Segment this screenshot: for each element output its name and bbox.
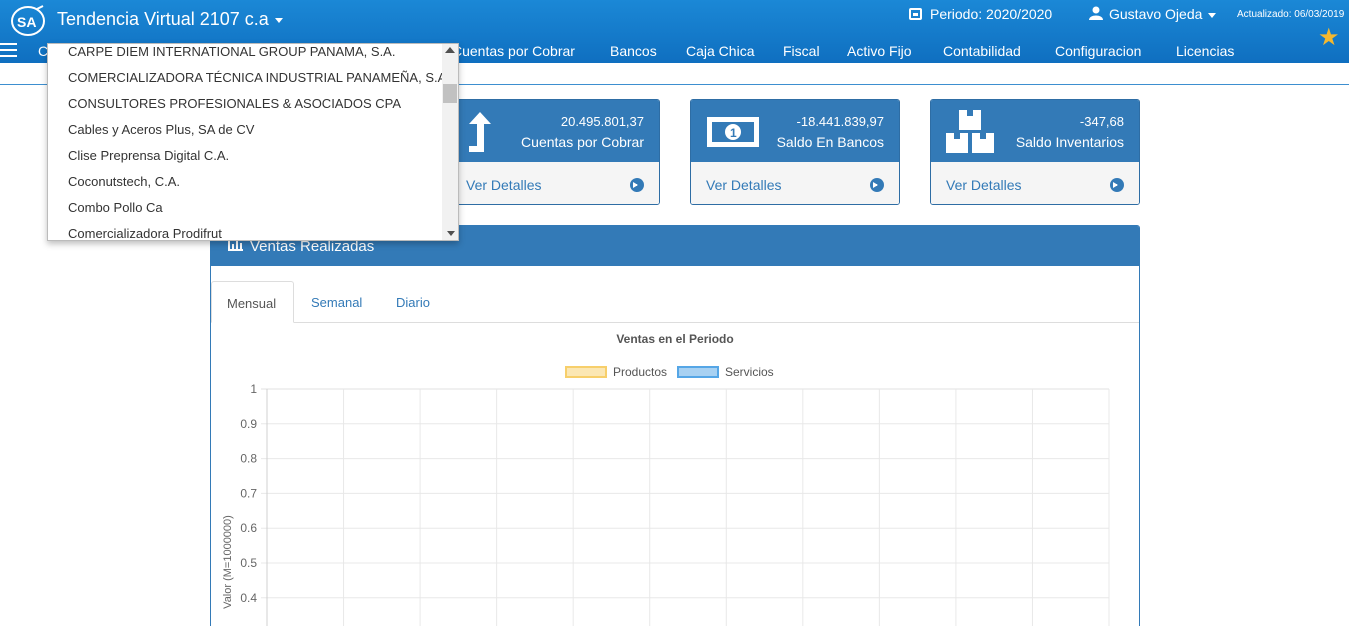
nav-item-caja-chica[interactable]: Caja Chica — [686, 43, 754, 59]
hamburger-menu-icon[interactable] — [0, 43, 17, 57]
nav-item-cuentas-por-cobrar[interactable]: Cuentas por Cobrar — [452, 43, 575, 59]
company-dropdown-list[interactable]: CARPE DIEM INTERNATIONAL GROUP PANAMA, S… — [47, 43, 459, 241]
dropdown-option[interactable]: Cables y Aceros Plus, SA de CV — [68, 122, 254, 137]
ver-detalles-text: Ver Detalles — [706, 177, 782, 193]
nav-item-bancos[interactable]: Bancos — [610, 43, 657, 59]
svg-text:1: 1 — [730, 126, 737, 140]
tab-semanal[interactable]: Semanal — [311, 281, 362, 323]
card-value: -347,68 — [1079, 114, 1124, 129]
card-cuentas-por-cobrar: 20.495.801,37 Cuentas por Cobrar Ver Det… — [450, 99, 660, 205]
arrow-circle-right-icon — [630, 178, 644, 192]
chart-title: Ventas en el Periodo — [616, 332, 734, 346]
card-header: -347,68 Saldo Inventarios — [931, 100, 1139, 162]
dropdown-option[interactable]: Combo Pollo Ca — [68, 200, 163, 215]
y-tick-label: 0.8 — [240, 452, 257, 466]
ver-detalles-text: Ver Detalles — [946, 177, 1022, 193]
ver-detalles-link[interactable]: Ver Detalles — [931, 162, 1139, 204]
dropdown-option[interactable]: CONSULTORES PROFESIONALES & ASOCIADOS CP… — [68, 96, 401, 111]
card-label: Saldo En Bancos — [776, 134, 884, 150]
nav-item-activo-fijo[interactable]: Activo Fijo — [847, 43, 912, 59]
scrollbar-thumb[interactable] — [443, 84, 457, 103]
actualizado-text: Actualizado: 06/03/2019 — [1237, 9, 1345, 20]
chart-plot: 1 0.9 0.8 0.7 0.6 0.5 0.4 — [240, 382, 1110, 626]
scroll-up-icon[interactable] — [445, 47, 455, 53]
arrow-circle-right-icon — [870, 178, 884, 192]
svg-text:SA: SA — [17, 14, 36, 30]
card-header: 20.495.801,37 Cuentas por Cobrar — [451, 100, 659, 162]
card-value: -18.441.839,97 — [796, 114, 884, 129]
dropdown-option[interactable]: Comercializadora Prodifrut — [68, 226, 222, 240]
tab-bar: Mensual Semanal Diario — [211, 281, 1139, 323]
calendar-icon — [909, 8, 922, 20]
chevron-down-icon — [1208, 12, 1217, 18]
y-tick-label: 0.9 — [240, 417, 257, 431]
dropdown-option[interactable]: COMERCIALIZADORA TÉCNICA INDUSTRIAL PANA… — [68, 70, 446, 85]
tab-mensual[interactable]: Mensual — [211, 281, 294, 323]
arrow-circle-right-icon — [1110, 178, 1124, 192]
y-tick-label: 0.4 — [240, 591, 257, 605]
dropdown-option[interactable]: Clise Preprensa Digital C.A. — [68, 148, 229, 163]
boxes-icon — [946, 110, 994, 153]
dropdown-option[interactable]: CARPE DIEM INTERNATIONAL GROUP PANAMA, S… — [68, 44, 395, 59]
card-saldo-inventarios: -347,68 Saldo Inventarios Ver Detalles — [930, 99, 1140, 205]
y-tick-label: 1 — [250, 382, 257, 396]
y-tick-label: 0.5 — [240, 556, 257, 570]
y-tick-label: 0.7 — [240, 486, 257, 500]
company-name: Tendencia Virtual 2107 c.a — [57, 9, 269, 29]
nav-item-configuracion[interactable]: Configuracion — [1055, 43, 1141, 59]
y-axis-label: Valor (M=1000000) — [222, 515, 234, 609]
ventas-panel: Ventas Realizadas Mensual Semanal Diario… — [210, 225, 1140, 626]
tab-diario[interactable]: Diario — [396, 281, 430, 323]
card-label: Saldo Inventarios — [1015, 134, 1124, 150]
money-icon: 1 — [707, 117, 759, 147]
sa-logo-icon[interactable]: SA — [10, 5, 46, 37]
y-tick-label: 0.6 — [240, 521, 257, 535]
dropdown-scrollbar[interactable] — [442, 44, 458, 240]
user-menu[interactable]: Gustavo Ojeda — [1089, 6, 1217, 22]
ver-detalles-link[interactable]: Ver Detalles — [691, 162, 899, 204]
nav-item-contabilidad[interactable]: Contabilidad — [943, 43, 1021, 59]
user-name: Gustavo Ojeda — [1109, 6, 1203, 22]
ver-detalles-link[interactable]: Ver Detalles — [451, 162, 659, 204]
company-selector[interactable]: Tendencia Virtual 2107 c.a — [57, 9, 283, 30]
dropdown-option[interactable]: Coconutstech, C.A. — [68, 174, 180, 189]
arrow-up-icon — [469, 112, 491, 152]
ver-detalles-text: Ver Detalles — [466, 177, 542, 193]
nav-item-licencias[interactable]: Licencias — [1176, 43, 1234, 59]
periodo-indicator[interactable]: Periodo: 2020/2020 — [909, 6, 1052, 22]
card-value: 20.495.801,37 — [560, 114, 644, 129]
user-icon — [1089, 6, 1103, 20]
nav-item-fiscal[interactable]: Fiscal — [783, 43, 820, 59]
periodo-text: Periodo: 2020/2020 — [930, 6, 1053, 22]
chevron-down-icon — [274, 17, 283, 23]
card-header: 1 -18.441.839,97 Saldo En Bancos — [691, 100, 899, 162]
card-saldo-en-bancos: 1 -18.441.839,97 Saldo En Bancos Ver Det… — [690, 99, 900, 205]
scroll-down-icon[interactable] — [447, 231, 455, 236]
card-label: Cuentas por Cobrar — [521, 134, 644, 150]
